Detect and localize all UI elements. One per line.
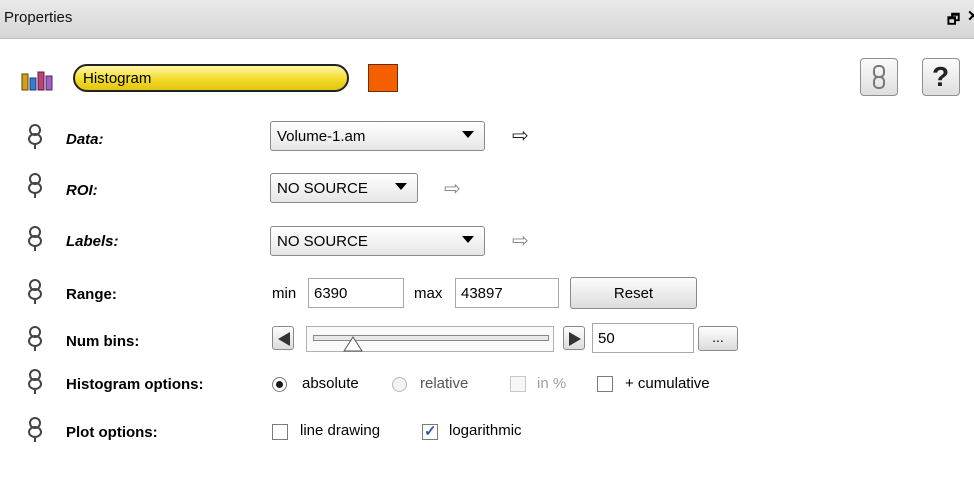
properties-titlebar: Properties 🗗 ✕: [0, 0, 974, 39]
module-name-button[interactable]: Histogram: [73, 64, 349, 92]
data-port-label: Data:: [66, 131, 104, 148]
absolute-radio[interactable]: [272, 377, 287, 392]
cumulative-label: + cumulative: [625, 375, 710, 392]
panel-title: Properties: [4, 9, 73, 26]
range-min-field[interactable]: 6390: [308, 278, 404, 308]
labels-port-value: NO SOURCE: [277, 233, 368, 250]
reset-button[interactable]: Reset: [570, 277, 697, 309]
module-color-swatch[interactable]: [368, 64, 398, 92]
absolute-label: absolute: [302, 375, 359, 392]
dropdown-arrow-icon: [395, 183, 407, 190]
link-button[interactable]: [860, 58, 898, 96]
labels-port-combo[interactable]: NO SOURCE: [270, 226, 485, 256]
labels-port-label: Labels:: [66, 233, 119, 250]
pin-icon[interactable]: [24, 124, 46, 150]
logarithmic-label: logarithmic: [449, 422, 522, 439]
histogram-options-label: Histogram options:: [66, 376, 204, 393]
close-panel-icon[interactable]: ✕: [967, 7, 974, 25]
pin-icon[interactable]: [24, 417, 46, 443]
in-percent-checkbox[interactable]: [510, 376, 526, 392]
arrow-left-icon: [278, 332, 290, 346]
slider-decrement-button[interactable]: [272, 326, 294, 350]
connect-arrow-icon[interactable]: ⇨: [512, 126, 529, 146]
line-drawing-label: line drawing: [300, 422, 381, 439]
num-bins-field[interactable]: 50: [592, 323, 694, 353]
connect-arrow-icon[interactable]: ⇨: [444, 179, 461, 199]
reset-button-label: Reset: [613, 285, 654, 302]
range-min-value: 6390: [314, 285, 348, 302]
range-max-field[interactable]: 43897: [455, 278, 559, 308]
module-name-label: Histogram: [83, 70, 152, 87]
pin-icon[interactable]: [24, 226, 46, 252]
range-max-label: max: [414, 285, 443, 302]
more-button-label: ...: [712, 329, 724, 345]
float-panel-icon[interactable]: 🗗: [947, 9, 960, 33]
range-max-value: 43897: [461, 285, 503, 302]
pin-icon[interactable]: [24, 326, 46, 352]
roi-port-value: NO SOURCE: [277, 180, 368, 197]
range-min-label: min: [272, 285, 297, 302]
dropdown-arrow-icon: [462, 236, 474, 243]
line-drawing-checkbox[interactable]: [272, 424, 288, 440]
data-port-combo[interactable]: Volume-1.am: [270, 121, 485, 151]
relative-label: relative: [420, 375, 469, 392]
pin-icon[interactable]: [24, 173, 46, 199]
logarithmic-checkbox[interactable]: [422, 422, 438, 440]
roi-port-label: ROI:: [66, 182, 98, 199]
slider-increment-button[interactable]: [563, 326, 585, 350]
plot-options-label: Plot options:: [66, 424, 158, 441]
help-icon: ?: [932, 61, 950, 92]
connect-arrow-icon[interactable]: ⇨: [512, 231, 529, 251]
cumulative-checkbox[interactable]: [597, 376, 613, 392]
num-bins-more-button[interactable]: ...: [698, 326, 738, 351]
pin-icon[interactable]: [24, 369, 46, 395]
num-bins-slider[interactable]: [306, 326, 554, 352]
data-port-value: Volume-1.am: [277, 128, 366, 145]
link-icon: [873, 65, 885, 89]
dropdown-arrow-icon: [462, 131, 474, 138]
pin-icon[interactable]: [24, 279, 46, 305]
in-percent-label: in %: [537, 375, 567, 392]
num-bins-label: Num bins:: [66, 333, 140, 350]
help-button[interactable]: ?: [922, 58, 960, 96]
num-bins-value: 50: [598, 330, 615, 347]
roi-port-combo[interactable]: NO SOURCE: [270, 173, 418, 203]
range-label: Range:: [66, 286, 117, 303]
relative-radio[interactable]: [392, 377, 407, 392]
histogram-module-icon: [21, 71, 53, 91]
arrow-right-icon: [569, 332, 581, 346]
slider-thumb[interactable]: [343, 336, 363, 352]
